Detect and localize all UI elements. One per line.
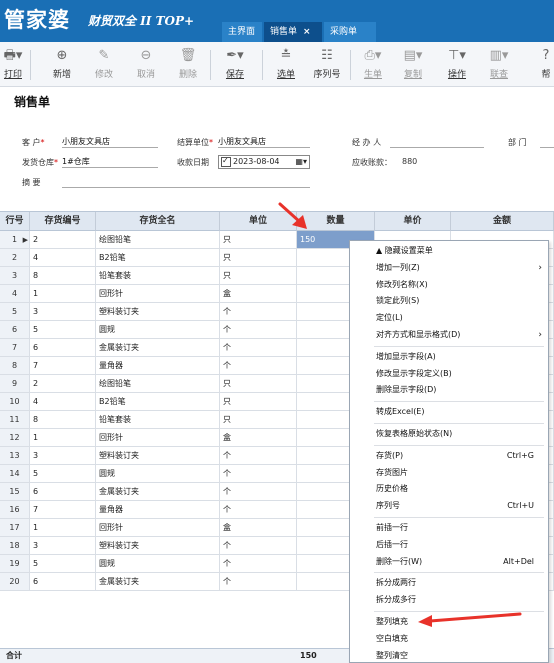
annotation-arrows	[278, 202, 522, 627]
annotation-arrow-to-fill-column	[418, 612, 522, 627]
annotation-arrow-to-quantity	[278, 202, 307, 229]
